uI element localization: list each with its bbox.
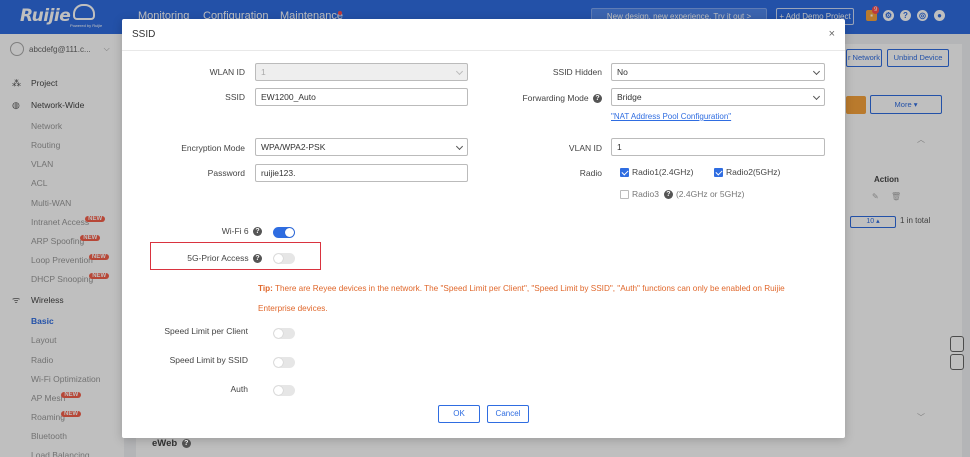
forwarding-mode-value: Bridge (617, 92, 642, 102)
eweb-label: eWeb ? (152, 438, 191, 449)
wlan-id-value: 1 (261, 67, 266, 77)
wlan-id-label: WLAN ID (209, 67, 245, 77)
encryption-mode-value: WPA/WPA2-PSK (261, 142, 326, 152)
ssid-label: SSID (225, 92, 245, 102)
tip-message: Tip: There are Reyee devices in the netw… (258, 279, 818, 319)
checkbox-checked-icon (714, 167, 723, 177)
chevron-down-icon (455, 67, 464, 76)
dialog-title: SSID (132, 29, 156, 40)
checkbox-checked-icon (620, 167, 629, 177)
nat-pool-config-link[interactable]: "NAT Address Pool Configuration" (611, 112, 731, 121)
chevron-down-icon (812, 67, 821, 76)
vlan-id-input[interactable]: 1 (611, 138, 825, 156)
radio2-checkbox[interactable]: Radio2(5GHz) (714, 167, 780, 177)
checkbox-unchecked-icon (620, 189, 629, 199)
radio3-note: (2.4GHz or 5GHz) (675, 189, 745, 199)
encryption-mode-label: Encryption Mode (181, 143, 245, 153)
password-input[interactable]: ruijie123. (255, 164, 468, 182)
radio3-help-icon[interactable]: ? (663, 189, 673, 199)
tip-text: There are Reyee devices in the network. … (258, 284, 785, 313)
chevron-down-icon (455, 142, 464, 151)
vlan-id-label: VLAN ID (568, 143, 602, 153)
radio3-checkbox[interactable]: Radio3 ? (2.4GHz or 5GHz) (620, 189, 744, 199)
wifi6-toggle[interactable] (273, 227, 295, 238)
radio1-checkbox[interactable]: Radio1(2.4GHz) (620, 167, 693, 177)
wlan-id-select: 1 (255, 63, 468, 81)
forwarding-mode-label: Forwarding Mode ? (480, 93, 602, 104)
ssid-hidden-select[interactable]: No (611, 63, 825, 81)
auth-toggle[interactable] (273, 385, 295, 396)
radio-label: Radio (579, 168, 602, 178)
forwarding-help-icon[interactable]: ? (593, 94, 602, 104)
forwarding-mode-select[interactable]: Bridge (611, 88, 825, 106)
auth-label: Auth (230, 384, 249, 394)
dialog-header: SSID × (122, 19, 845, 51)
cancel-button[interactable]: Cancel (487, 405, 529, 423)
close-icon[interactable]: × (829, 28, 835, 40)
ssid-input[interactable]: EW1200_Auto (255, 88, 468, 106)
radio3-label: Radio3 (632, 189, 659, 199)
chevron-down-icon (812, 92, 821, 101)
speed-limit-client-toggle[interactable] (273, 328, 295, 339)
wifi6-label: Wi-Fi 6 ? (160, 226, 262, 237)
speed-limit-ssid-label: Speed Limit by SSID (169, 355, 248, 365)
wifi6-help-icon[interactable]: ? (253, 227, 262, 237)
ok-button[interactable]: OK (438, 405, 480, 423)
prior-access-toggle[interactable] (273, 253, 295, 264)
password-label: Password (207, 168, 245, 178)
encryption-mode-select[interactable]: WPA/WPA2-PSK (255, 138, 468, 156)
prior-access-help-icon[interactable]: ? (253, 254, 262, 264)
radio1-label: Radio1(2.4GHz) (632, 167, 694, 177)
radio2-label: Radio2(5GHz) (726, 167, 781, 177)
ssid-hidden-value: No (617, 67, 628, 77)
ssid-hidden-label: SSID Hidden (552, 67, 602, 77)
eweb-help-icon[interactable]: ? (181, 438, 191, 448)
speed-limit-ssid-toggle[interactable] (273, 357, 295, 368)
tip-prefix: Tip: (258, 284, 273, 293)
speed-limit-client-label: Speed Limit per Client (164, 326, 248, 336)
prior-access-label: 5G-Prior Access ? (150, 253, 262, 264)
